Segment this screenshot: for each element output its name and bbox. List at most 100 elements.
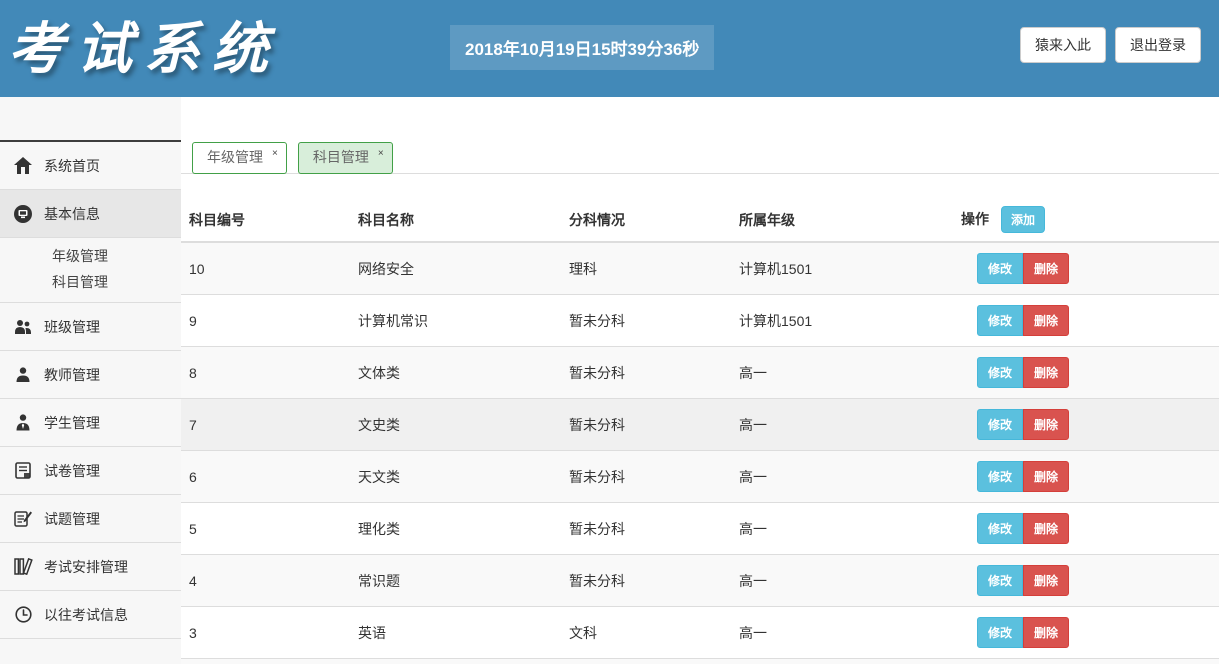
edit-button[interactable]: 修改	[977, 305, 1023, 336]
cell-subject-name: 数学	[350, 659, 561, 664]
table-row: 10网络安全理科计算机1501修改删除	[181, 242, 1219, 295]
cell-subject-id: 6	[181, 451, 350, 503]
cell-subject-id: 2	[181, 659, 350, 664]
sidebar-item-class-group[interactable]: 班级管理	[0, 303, 181, 351]
sidebar-subitem[interactable]: 年级管理	[0, 243, 181, 269]
table-row: 3英语文科高一修改删除	[181, 607, 1219, 659]
delete-button[interactable]: 删除	[1023, 513, 1069, 544]
sidebar-item-label: 系统首页	[44, 156, 100, 176]
cell-subject-name: 理化类	[350, 503, 561, 555]
action-button-group: 修改删除	[977, 461, 1069, 492]
main-content: 年级管理×科目管理× 科目编号科目名称分科情况所属年级操作添加 10网络安全理科…	[181, 97, 1219, 664]
action-button-group: 修改删除	[977, 565, 1069, 596]
cell-subject-id: 5	[181, 503, 350, 555]
student-icon	[12, 414, 34, 431]
sidebar-item-books[interactable]: 考试安排管理	[0, 543, 181, 591]
sidebar-item-label: 班级管理	[44, 317, 100, 337]
datetime-display: 2018年10月19日15时39分36秒	[450, 25, 714, 70]
yuan-lai-ru-ci-button[interactable]: 猿来入此	[1020, 27, 1106, 63]
sidebar-item-teacher[interactable]: 教师管理	[0, 351, 181, 399]
exam-paper-icon	[12, 462, 34, 479]
cell-grade: 高一	[731, 399, 953, 451]
basic-info-icon	[12, 205, 34, 223]
sidebar-item-label: 教师管理	[44, 365, 100, 385]
cell-grade: 高一	[731, 451, 953, 503]
cell-grade: 高一	[731, 555, 953, 607]
tab-科目管理[interactable]: 科目管理×	[298, 142, 393, 174]
delete-button[interactable]: 删除	[1023, 461, 1069, 492]
sidebar-submenu: 年级管理科目管理	[0, 238, 181, 303]
edit-button[interactable]: 修改	[977, 617, 1023, 648]
sidebar-item-label: 学生管理	[44, 413, 100, 433]
sidebar-subitem[interactable]: 科目管理	[0, 269, 181, 295]
cell-actions: 修改删除	[953, 295, 1219, 347]
cell-subject-name: 天文类	[350, 451, 561, 503]
cell-subject-name: 文史类	[350, 399, 561, 451]
cell-grade: 高一	[731, 503, 953, 555]
table-row: 6天文类暂未分科高一修改删除	[181, 451, 1219, 503]
tab-年级管理[interactable]: 年级管理×	[192, 142, 287, 174]
sidebar-item-student[interactable]: 学生管理	[0, 399, 181, 447]
cell-division: 暂未分科	[561, 659, 731, 664]
cell-subject-name: 常识题	[350, 555, 561, 607]
sidebar-item-label: 试题管理	[44, 509, 100, 529]
app-header: 考试系统 2018年10月19日15时39分36秒 猿来入此 退出登录	[0, 0, 1219, 97]
subjects-table: 科目编号科目名称分科情况所属年级操作添加 10网络安全理科计算机1501修改删除…	[181, 198, 1219, 664]
cell-grade: 高二	[731, 659, 953, 664]
cell-actions: 修改删除	[953, 503, 1219, 555]
action-button-group: 修改删除	[977, 617, 1069, 648]
cell-subject-id: 3	[181, 607, 350, 659]
cell-subject-name: 计算机常识	[350, 295, 561, 347]
edit-button[interactable]: 修改	[977, 565, 1023, 596]
edit-button[interactable]: 修改	[977, 513, 1023, 544]
table-panel: 科目编号科目名称分科情况所属年级操作添加 10网络安全理科计算机1501修改删除…	[181, 174, 1219, 664]
logout-button[interactable]: 退出登录	[1115, 27, 1201, 63]
history-clock-icon	[12, 606, 34, 623]
delete-button[interactable]: 删除	[1023, 305, 1069, 336]
cell-division: 暂未分科	[561, 451, 731, 503]
cell-division: 理科	[561, 242, 731, 295]
cell-division: 暂未分科	[561, 399, 731, 451]
cell-subject-id: 8	[181, 347, 350, 399]
table-row: 8文体类暂未分科高一修改删除	[181, 347, 1219, 399]
delete-button[interactable]: 删除	[1023, 357, 1069, 388]
delete-button[interactable]: 删除	[1023, 565, 1069, 596]
cell-grade: 高一	[731, 607, 953, 659]
delete-button[interactable]: 删除	[1023, 617, 1069, 648]
cell-subject-id: 4	[181, 555, 350, 607]
cell-division: 暂未分科	[561, 295, 731, 347]
cell-division: 暂未分科	[561, 555, 731, 607]
cell-subject-name: 网络安全	[350, 242, 561, 295]
cell-subject-name: 英语	[350, 607, 561, 659]
class-group-icon	[12, 319, 34, 335]
cell-division: 文科	[561, 607, 731, 659]
edit-button[interactable]: 修改	[977, 461, 1023, 492]
sidebar-item-basic-info[interactable]: 基本信息	[0, 190, 181, 238]
delete-button[interactable]: 删除	[1023, 253, 1069, 284]
sidebar-item-exam-paper[interactable]: 试卷管理	[0, 447, 181, 495]
action-button-group: 修改删除	[977, 253, 1069, 284]
cell-grade: 高一	[731, 347, 953, 399]
sidebar-item-label: 考试安排管理	[44, 557, 128, 577]
column-header-2: 科目名称	[350, 198, 561, 242]
cell-actions: 修改删除	[953, 659, 1219, 664]
cell-grade: 计算机1501	[731, 242, 953, 295]
column-header-5: 操作添加	[953, 198, 1219, 242]
cell-actions: 修改删除	[953, 242, 1219, 295]
edit-button[interactable]: 修改	[977, 253, 1023, 284]
table-row: 4常识题暂未分科高一修改删除	[181, 555, 1219, 607]
add-button[interactable]: 添加	[1001, 206, 1045, 233]
edit-button[interactable]: 修改	[977, 409, 1023, 440]
edit-button[interactable]: 修改	[977, 357, 1023, 388]
cell-subject-name: 文体类	[350, 347, 561, 399]
sidebar: 系统首页基本信息年级管理科目管理班级管理教师管理学生管理试卷管理试题管理考试安排…	[0, 97, 181, 664]
tab-close-icon[interactable]: ×	[272, 149, 278, 159]
sidebar-item-history-clock[interactable]: 以往考试信息	[0, 591, 181, 639]
sidebar-item-question-edit[interactable]: 试题管理	[0, 495, 181, 543]
action-button-group: 修改删除	[977, 357, 1069, 388]
tab-close-icon[interactable]: ×	[378, 149, 384, 159]
column-header-4: 所属年级	[731, 198, 953, 242]
table-row: 2数学暂未分科高二修改删除	[181, 659, 1219, 664]
sidebar-item-home[interactable]: 系统首页	[0, 142, 181, 190]
delete-button[interactable]: 删除	[1023, 409, 1069, 440]
